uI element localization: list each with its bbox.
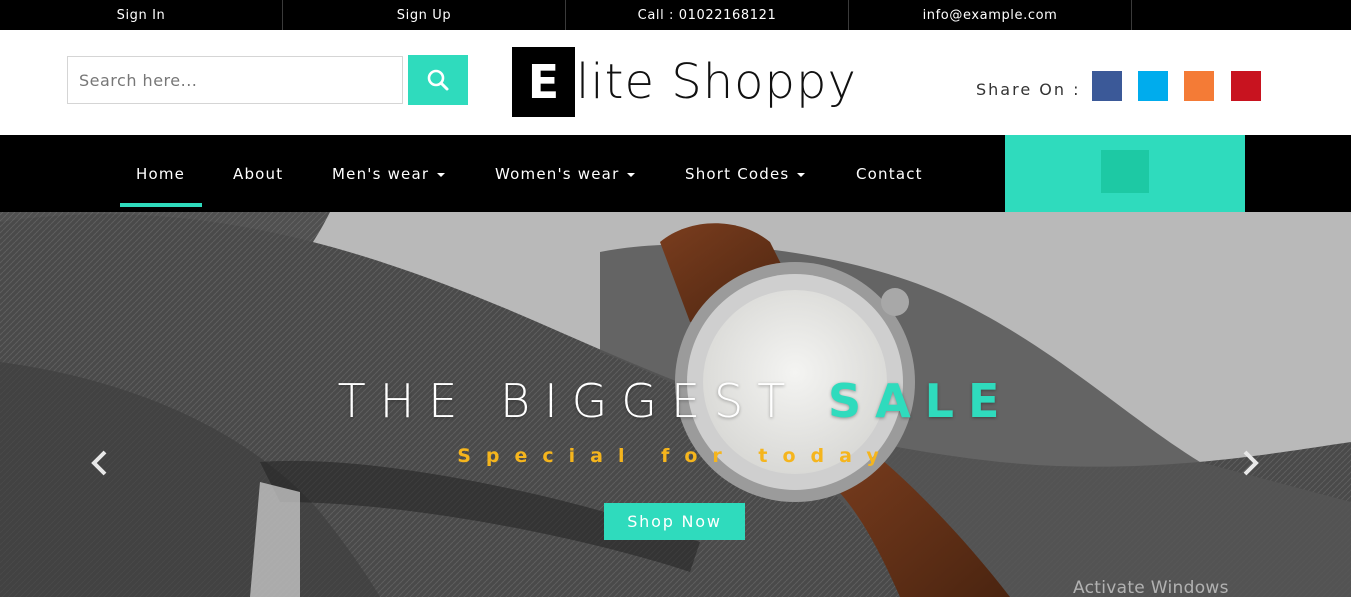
nav-mens-wear[interactable]: Men's wear [332, 135, 446, 212]
hero-title-main: THE BIGGEST [337, 374, 828, 428]
hero-subtitle: Special for today [457, 445, 894, 467]
nav-about[interactable]: About [233, 135, 283, 212]
chevron-left-icon[interactable] [87, 448, 113, 478]
nav-womens-wear-label: Women's wear [495, 164, 620, 183]
twitter-icon[interactable] [1138, 71, 1168, 101]
chevron-right-icon[interactable] [1237, 448, 1263, 478]
top-bar: Sign In Sign Up Call : 01022168121 info@… [0, 0, 1351, 30]
nav-contact[interactable]: Contact [856, 135, 923, 212]
activate-windows-watermark: Activate Windows [1073, 578, 1229, 597]
site-logo[interactable]: E lite Shoppy [512, 47, 857, 117]
logo-text: lite Shoppy [576, 54, 857, 110]
call-info: Call : 01022168121 [566, 0, 849, 30]
search-button[interactable] [408, 55, 468, 105]
nav-about-label: About [233, 164, 284, 183]
nav-contact-label: Contact [856, 164, 923, 183]
nav-short-codes-label: Short Codes [685, 164, 790, 183]
search-input[interactable] [67, 56, 403, 104]
facebook-icon[interactable] [1092, 71, 1122, 101]
chevron-down-icon [797, 172, 806, 177]
nav-womens-wear[interactable]: Women's wear [495, 135, 636, 212]
shop-now-button[interactable]: Shop Now [604, 503, 745, 540]
cart-area [1005, 135, 1245, 212]
logo-letter: E [512, 47, 575, 117]
pinterest-icon[interactable] [1231, 71, 1261, 101]
nav-mens-wear-label: Men's wear [332, 164, 430, 183]
nav-short-codes[interactable]: Short Codes [685, 135, 806, 212]
share-label: Share On : [976, 80, 1081, 99]
hero-title-accent: SALE [827, 374, 1014, 428]
sign-in-link[interactable]: Sign In [0, 0, 283, 30]
chevron-down-icon [627, 172, 636, 177]
nav-home-label: Home [136, 164, 186, 183]
cart-button[interactable] [1101, 150, 1149, 193]
nav-home[interactable]: Home [136, 135, 185, 212]
sign-up-link[interactable]: Sign Up [283, 0, 566, 30]
search-icon [427, 69, 449, 91]
email-link[interactable]: info@example.com [849, 0, 1132, 30]
rss-icon[interactable] [1184, 71, 1214, 101]
hero-banner: THE BIGGEST SALE Special for today Shop … [0, 212, 1351, 597]
chevron-down-icon [437, 172, 446, 177]
header: E lite Shoppy Share On : [0, 30, 1351, 135]
hero-title: THE BIGGEST SALE [0, 374, 1351, 428]
active-nav-indicator [120, 203, 202, 207]
main-nav: Home About Men's wear Women's wear Short… [0, 135, 1351, 212]
